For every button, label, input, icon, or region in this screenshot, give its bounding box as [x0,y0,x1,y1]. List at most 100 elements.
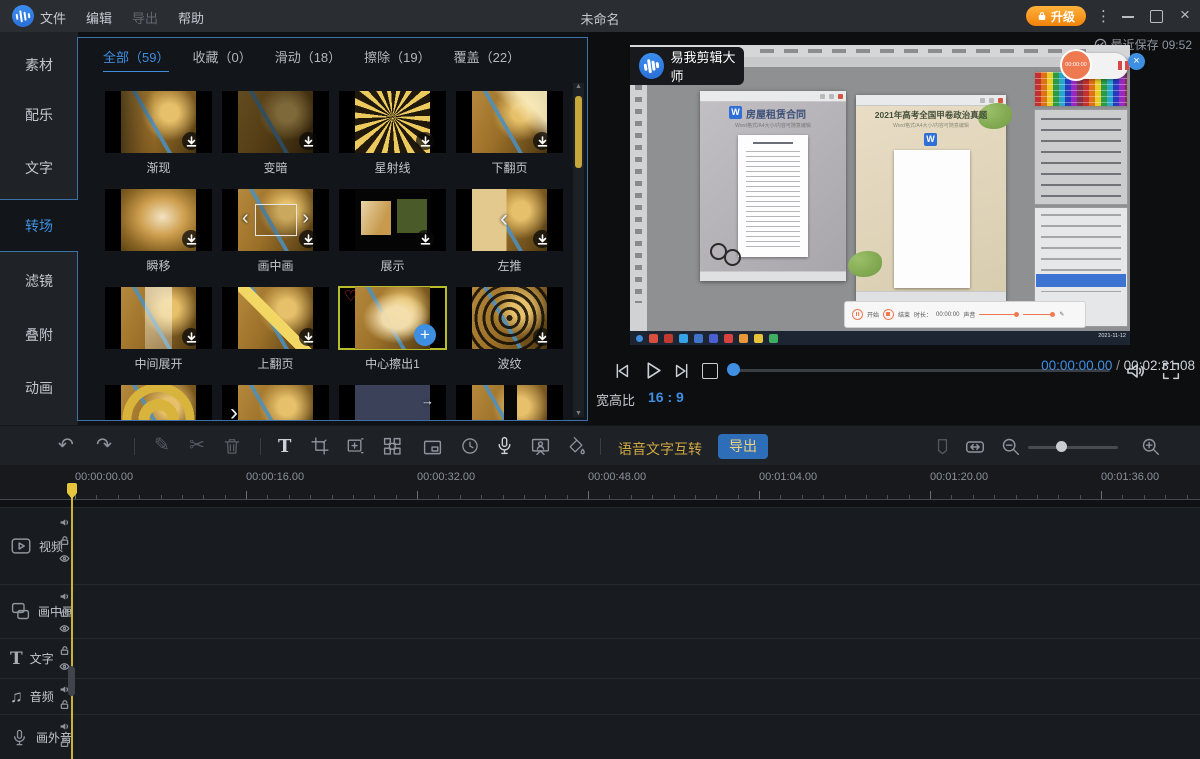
transition-item[interactable] [222,287,329,349]
transition-item[interactable] [456,91,563,153]
download-icon[interactable] [533,132,551,150]
panel-scrollbar[interactable]: ▲ ▼ [573,83,584,417]
tab-cover[interactable]: 覆盖（22） [454,47,520,72]
track-visibility-icon[interactable] [59,623,70,634]
transition-item[interactable] [339,189,446,251]
play-button[interactable] [640,358,665,388]
voiceover-mic-icon[interactable] [494,435,515,461]
taskbar-clock: 2021-11-12 [1098,333,1126,339]
mosaic-icon[interactable] [382,436,403,462]
pip-tool-icon[interactable] [422,437,443,463]
add-transition-button[interactable]: + [414,324,436,346]
title-bar: 文件 编辑 导出 帮助 未命名 升级 ⋮ × [0,0,1200,32]
download-icon[interactable] [533,230,551,248]
track-voiceover[interactable]: 画外音 [0,714,1200,759]
tab-favorites[interactable]: 收藏（0） [192,47,251,72]
transition-item[interactable] [105,189,212,251]
track-lock-icon[interactable] [59,645,70,656]
sidebar-item-music[interactable]: 配乐 [0,102,78,128]
track-video[interactable]: 视频 [0,507,1200,584]
transition-item[interactable] [222,91,329,153]
seek-handle[interactable] [727,363,740,376]
transition-item[interactable] [105,91,212,153]
download-icon[interactable] [416,230,434,248]
tab-all[interactable]: 全部（59） [103,47,169,72]
track-visibility-icon[interactable] [59,553,70,564]
download-icon[interactable] [182,132,200,150]
tab-wipe[interactable]: 擦除（19） [364,47,430,72]
scrollbar-thumb[interactable] [575,96,582,168]
transition-item[interactable] [105,287,212,349]
sidebar-item-text[interactable]: 文字 [0,155,78,181]
transition-item[interactable]: → → [339,385,446,421]
stop-button[interactable] [702,363,718,379]
maximize-button[interactable] [1150,10,1163,23]
duration-clock-icon[interactable] [460,436,480,461]
redo-icon[interactable]: ↷ [96,434,112,457]
watermark-close-icon[interactable]: × [1128,53,1145,70]
zoom-in-icon[interactable] [1140,436,1161,462]
timeline-ruler[interactable]: 00:00:00.00 00:00:16.00 00:00:32.00 00:0… [0,465,1200,500]
export-button[interactable]: 导出 [718,434,768,459]
sidebar-item-material[interactable]: 素材 [0,52,78,78]
track-lock-icon[interactable] [59,737,70,748]
undo-icon[interactable]: ↶ [58,434,74,457]
zoom-region-icon[interactable] [345,436,365,461]
track-pip[interactable]: 画中画 [0,584,1200,638]
speech-text-convert[interactable]: 语音文字互转 [618,439,702,459]
zoom-out-icon[interactable] [1000,436,1021,462]
timeline-zoom-handle[interactable] [1056,441,1067,452]
taskbar-icon [679,334,688,343]
tab-slide[interactable]: 滑动（18） [275,47,341,72]
sidebar-item-filters[interactable]: 滤镜 [0,268,78,294]
download-icon[interactable] [299,328,317,346]
track-mute-icon[interactable] [59,591,70,602]
sidebar-item-animation[interactable]: 动画 [0,375,78,401]
tracks-scrollbar-thumb[interactable] [68,666,75,696]
download-icon[interactable] [533,328,551,346]
marker-icon [933,437,952,461]
text-tool-icon[interactable]: T [278,436,291,457]
taskbar-icon [649,334,658,343]
fit-timeline-icon[interactable] [964,436,986,463]
playhead-line[interactable] [71,486,73,759]
upgrade-button[interactable]: 升级 [1026,6,1086,26]
video-track-icon [10,535,32,557]
track-mute-icon[interactable] [59,517,70,528]
close-button[interactable]: × [1180,5,1190,25]
style-bucket-icon[interactable] [566,436,586,461]
scroll-up-icon[interactable]: ▲ [573,83,584,90]
transition-item-selected[interactable]: ♡ + [339,287,446,349]
download-icon[interactable] [299,230,317,248]
download-icon[interactable] [182,230,200,248]
transition-item[interactable] [339,91,446,153]
minimize-button[interactable] [1122,16,1134,18]
track-mute-icon[interactable] [59,721,70,732]
track-text[interactable]: T 文字 [0,638,1200,678]
track-lock-icon[interactable] [59,699,70,710]
download-icon[interactable] [416,132,434,150]
download-icon[interactable] [182,328,200,346]
scroll-down-icon[interactable]: ▼ [573,410,584,417]
aspect-ratio-label: 宽高比 [596,390,635,409]
transition-item[interactable] [105,385,212,421]
more-options-icon[interactable]: ⋮ [1096,7,1111,25]
aspect-ratio-value[interactable]: 16 : 9 [648,389,684,405]
transition-item[interactable]: › [222,385,329,421]
favorite-heart-icon[interactable]: ♡ [344,287,357,305]
transition-item[interactable] [456,385,563,421]
track-audio[interactable]: ♫ 音频 [0,678,1200,714]
presenter-icon[interactable] [530,436,551,462]
sidebar-item-transitions[interactable]: 转场 [0,213,78,239]
prev-frame-button[interactable] [610,360,632,387]
next-frame-button[interactable] [672,360,694,387]
track-lock-icon[interactable] [59,535,70,546]
transition-item[interactable]: ‹ › [222,189,329,251]
transition-item[interactable]: ‹ [456,189,563,251]
track-lock-icon[interactable] [59,607,70,618]
transition-item[interactable] [456,287,563,349]
crop-icon[interactable] [310,436,330,461]
timeline-zoom-slider[interactable] [1028,446,1118,449]
download-icon[interactable] [299,132,317,150]
sidebar-item-overlays[interactable]: 叠附 [0,322,78,348]
